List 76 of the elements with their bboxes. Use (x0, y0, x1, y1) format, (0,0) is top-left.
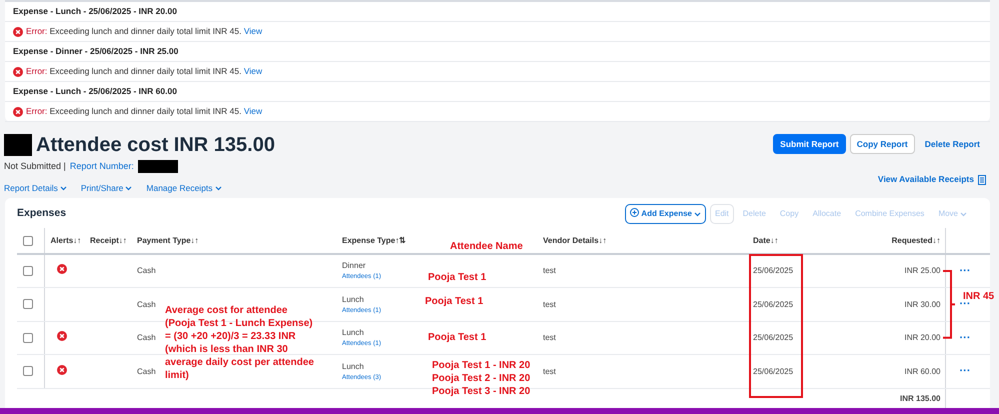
table-cell: 25/06/2025 (753, 266, 794, 276)
view-link[interactable]: View (244, 66, 262, 76)
receipt-icon (978, 174, 986, 185)
error-icon (13, 26, 23, 36)
alert-title: Expense - Lunch - 25/06/2025 - INR 60.00 (13, 85, 177, 98)
annotation-text: Pooja Test 1 (428, 271, 486, 284)
alert-title: Expense - Dinner - 25/06/2025 - INR 25.00 (13, 45, 178, 58)
row-checkbox[interactable] (23, 366, 33, 376)
report-status: Not Submitted | (4, 160, 66, 173)
table-cell: 25/06/2025 (753, 333, 794, 342)
chevron-icon (125, 186, 132, 191)
table-cell: Dinner (342, 260, 366, 272)
column-header[interactable]: Receipt↓↑ (90, 236, 127, 245)
menu-dropdown[interactable]: Print/Share (80, 182, 132, 194)
column-header[interactable]: Alerts↓↑ (50, 236, 82, 245)
redaction-block (4, 134, 32, 156)
report-button[interactable]: Submit Report (773, 134, 846, 154)
column-header[interactable]: Payment Type↓↑ (137, 236, 199, 245)
delete-link[interactable]: Delete Report (918, 134, 986, 154)
column-header[interactable]: Vendor Details↓↑ (543, 236, 607, 245)
view-link[interactable]: View (244, 26, 262, 36)
column-header[interactable]: Requested↓↑ (892, 236, 940, 245)
select-all-checkbox[interactable] (23, 236, 33, 246)
table-cell: test (543, 366, 556, 376)
redaction-block (138, 160, 178, 174)
table-cell: 25/06/2025 (753, 366, 794, 376)
row-checkbox[interactable] (23, 332, 33, 343)
error-message: Error: Exceeding lunch and dinner daily total limit INR 45. View (26, 65, 262, 78)
annotation-text: Pooja Test 1 (425, 295, 484, 308)
more-menu[interactable]: ··· (960, 365, 970, 378)
report-button[interactable]: Copy Report (850, 134, 915, 154)
menu-dropdown[interactable]: Report Details (4, 182, 67, 194)
table-cell: Lunch (342, 360, 364, 373)
table-cell: INR 25.00 (904, 266, 940, 276)
annotation-text: Pooja Test 1 - INR 20 Pooja Test 2 - INR 20 Pooja Test 3 - INR 20 (432, 359, 530, 398)
annotation-text: Attendee Name (450, 240, 523, 253)
table-cell: Cash (137, 266, 156, 276)
annotation-note: Average cost for attendee (Pooja Test 1 - Lunch Expense) = (30 +20 +20)/3 = 23.33 INR (which is less than INR 30 average daily cost per attendee limit) (165, 304, 314, 382)
table-cell: Cash (137, 333, 156, 342)
error-icon (13, 106, 23, 116)
error-message: Error: Exceeding lunch and dinner daily total limit INR 45. View (26, 105, 262, 118)
more-menu[interactable]: ··· (960, 332, 970, 344)
chevron-icon (960, 212, 967, 217)
alert-title: Expense - Lunch - 25/06/2025 - INR 20.00 (13, 5, 177, 18)
more-menu[interactable]: ··· (960, 265, 970, 277)
row-checkbox[interactable] (23, 266, 33, 276)
error-message: Error: Exceeding lunch and dinner daily total limit INR 45. View (26, 25, 262, 38)
menu-dropdown[interactable]: Manage Receipts (146, 182, 222, 194)
column-header[interactable]: Date↓↑ (753, 236, 778, 245)
table-cell: 25/06/2025 (753, 300, 794, 308)
receipts-link[interactable]: View Available Receipts (878, 173, 986, 186)
table-cell: test (543, 300, 556, 308)
table-cell: INR 30.00 (904, 300, 940, 308)
row-checkbox[interactable] (23, 299, 33, 310)
table-cell: INR 60.00 (904, 366, 940, 376)
add-icon (630, 208, 640, 218)
annotation-text: Pooja Test 1 (428, 331, 486, 344)
table-cell: Lunch (342, 327, 364, 340)
table-cell: test (543, 266, 556, 276)
report-title: Attendee cost INR 135.00 (36, 135, 275, 155)
chevron-icon (214, 186, 222, 191)
report-number-label: Report Number: (70, 160, 134, 173)
column-header[interactable]: Expense Type↑⇅ (342, 236, 406, 245)
table-cell: Cash (137, 366, 156, 376)
section-title: Expenses (17, 206, 66, 222)
table-cell: Cash (137, 300, 156, 308)
error-icon (13, 66, 23, 76)
chevron-icon (694, 212, 701, 217)
chevron-icon (60, 186, 67, 191)
total-amount: INR 135.00 (900, 394, 940, 402)
table-cell: Lunch (342, 294, 364, 306)
table-cell: INR 20.00 (904, 333, 940, 342)
toolbar-button[interactable]: Add Expense (625, 204, 706, 224)
view-link[interactable]: View (244, 106, 262, 116)
table-cell: test (543, 333, 556, 342)
bracket-drawing (942, 270, 954, 338)
